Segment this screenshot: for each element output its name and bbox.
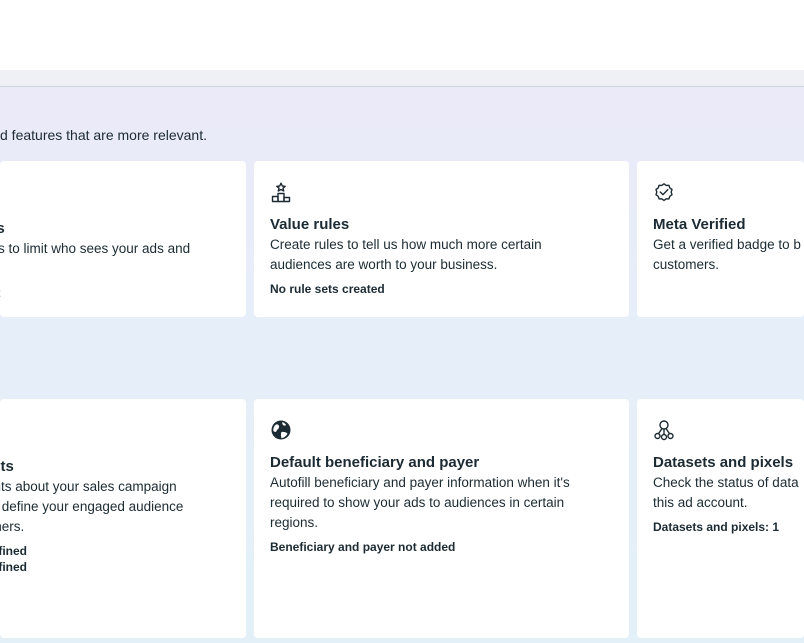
card-default-beneficiary-payer[interactable]: Default beneficiary and payer Autofill b… (254, 399, 629, 638)
card-title: Value rules (270, 216, 350, 233)
top-header-bar (0, 0, 804, 70)
card-title: Default beneficiary and payer (270, 454, 480, 471)
card-description-line: Check the status of data (653, 475, 799, 490)
card-description-line: ights about your sales campaign (0, 479, 177, 494)
globe-icon (270, 419, 292, 441)
card-title: ents (0, 458, 14, 475)
card-title: ols (0, 220, 5, 237)
datasets-network-icon (653, 419, 675, 441)
card-status: Beneficiary and payer not added (270, 540, 456, 554)
card-description-line: Get a verified badge to b (653, 237, 801, 252)
header-divider-strip (0, 70, 804, 87)
card-status: Defined (0, 560, 28, 574)
card-description-line: r. (0, 259, 234, 279)
card-datasets-pixels[interactable]: Datasets and pixels Check the status of … (637, 399, 804, 638)
card-audience-controls[interactable]: ols rols to limit who sees your ads and … (0, 161, 246, 317)
card-description-line: ou define your engaged audience (0, 499, 184, 514)
podium-star-icon (270, 181, 292, 203)
card-description-line: this ad account. (653, 495, 748, 510)
card-meta-verified[interactable]: Meta Verified Get a verified badge to b … (637, 161, 804, 317)
verified-badge-icon (653, 181, 675, 203)
card-status: Defined (0, 544, 28, 558)
card-status: set (0, 285, 234, 301)
card-description-line: Create rules to tell us how much more ce… (270, 237, 542, 252)
card-title: Meta Verified (653, 216, 746, 233)
card-description-line: omers. (0, 519, 25, 534)
card-status: No rule sets created (270, 282, 385, 296)
card-audience-segments[interactable]: ents ights about your sales campaign ou … (0, 399, 246, 638)
card-description-line: audiences are worth to your business. (270, 257, 498, 272)
card-description-line: regions. (270, 515, 319, 530)
card-status: Datasets and pixels: 1 (653, 520, 780, 534)
card-description-line: customers. (653, 257, 720, 272)
card-description-line: rols to limit who sees your ads and (0, 241, 191, 256)
card-title: Datasets and pixels (653, 454, 794, 471)
section-subtitle: d features that are more relevant. (0, 127, 207, 143)
card-description-line: Autofill beneficiary and payer informati… (270, 475, 570, 490)
card-description-line: required to show your ads to audiences i… (270, 495, 565, 510)
card-value-rules[interactable]: Value rules Create rules to tell us how … (254, 161, 629, 317)
